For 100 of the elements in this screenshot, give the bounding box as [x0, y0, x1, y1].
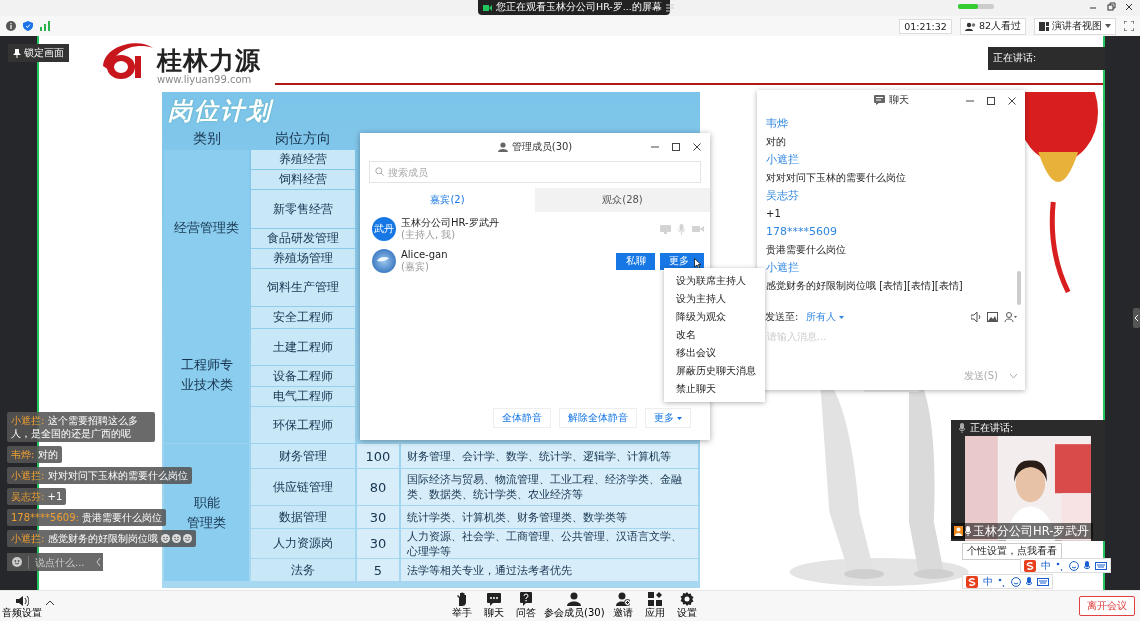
table-cell: 人力资源、社会学、工商管理、公共管理、汉语言文学、心理学等	[401, 529, 698, 558]
emoji-icon[interactable]	[12, 557, 22, 567]
tab[interactable]: 观众(28)	[535, 188, 710, 212]
chat-message: 178****5609: 贵港需要什么岗位	[11, 511, 163, 524]
member-name: Alice-gan	[401, 249, 449, 261]
apps-icon	[647, 592, 662, 606]
table-cell: 食品研发管理	[251, 229, 355, 248]
mute-button[interactable]: 全体静音	[493, 408, 551, 428]
slide-title: 岗位计划	[168, 97, 272, 125]
view-mode-button[interactable]: 演讲者视图	[1034, 17, 1116, 35]
category-label: 工程师专	[180, 356, 233, 374]
close-icon[interactable]	[692, 142, 702, 152]
people-icon	[964, 21, 976, 31]
brand-name: 桂林力源	[157, 47, 261, 74]
search-field[interactable]: 搜索成员	[369, 161, 701, 183]
table-cell: 安全工程师	[251, 307, 355, 328]
chat-message: 韦烨: 对的	[11, 448, 58, 461]
speaker-icon	[15, 594, 29, 607]
fullscreen-icon[interactable]	[1124, 21, 1134, 31]
collapse-icon[interactable]	[96, 558, 101, 566]
table-cell: 养殖场管理	[251, 249, 355, 268]
toolbar-button[interactable]: 举手	[448, 592, 476, 619]
table-cell: 30	[357, 506, 399, 528]
signal-icon	[40, 21, 50, 31]
raise-hand-icon	[455, 592, 469, 606]
chat-message: 吴志芬: +1	[11, 490, 63, 503]
person-icon	[497, 142, 508, 152]
table-cell: 法务	[251, 559, 355, 581]
category-label: 管理类	[187, 513, 226, 532]
toolbar-button[interactable]: 邀请	[608, 592, 637, 619]
table-cell: 土建工程师	[251, 329, 355, 365]
layout-icon	[1039, 21, 1049, 31]
toolbar-button[interactable]: 聊天	[480, 592, 508, 619]
emoji-icon	[182, 534, 192, 543]
pin-icon	[13, 48, 21, 58]
table-cell: 统计学类、计算机类、财务管理类、数学类等	[401, 506, 698, 528]
search-icon	[375, 167, 384, 176]
table-cell: 80	[357, 469, 399, 505]
member-role: (主持人, 我)	[401, 229, 457, 241]
info-icon[interactable]	[6, 21, 16, 31]
toolbar-button[interactable]: 参会成员(30)	[544, 592, 605, 619]
chat-message: 小遮拦: 对对对问下玉林的需要什么岗位	[11, 469, 188, 482]
emoji-icon	[171, 534, 181, 543]
table-cell: 100	[357, 444, 399, 468]
emoji-icon	[160, 534, 170, 543]
category-label: 职能	[193, 493, 220, 512]
expand-handle-icon[interactable]	[1133, 308, 1140, 328]
toolbar-button[interactable]: 问答	[512, 592, 540, 619]
toolbar-button[interactable]: 设置	[672, 592, 701, 619]
restore-icon[interactable]	[1106, 2, 1116, 12]
maximize-icon[interactable]	[671, 142, 681, 152]
table-cell: 30	[357, 529, 399, 558]
table-cell: 新零售经营	[251, 190, 355, 228]
website-url: www.liyuan99.com	[157, 74, 253, 86]
category-label: 业技术类	[180, 376, 233, 394]
lock-screen-button[interactable]: 锁定画面	[8, 44, 69, 62]
table-cell: 国际经济与贸易、物流管理、工业工程、经济学类、金融类、数据类、统计学类、农业经济等	[401, 469, 698, 505]
table-cell: 环保工程师	[251, 407, 355, 443]
table-cell: 5	[357, 559, 399, 581]
toolbar-button[interactable]: 应用	[640, 592, 669, 619]
close-icon[interactable]	[1124, 2, 1134, 12]
shield-icon[interactable]	[23, 21, 33, 31]
table-cell: 人力资源岗	[251, 529, 355, 558]
menu-icon[interactable]	[665, 3, 674, 12]
table-cell: 财务管理	[251, 444, 355, 468]
dialog-title: 管理成员(30)	[511, 140, 573, 154]
table-cell: 设备工程师	[251, 366, 355, 386]
column-header: 类别	[191, 128, 222, 148]
table-cell: 饲料生产管理	[251, 269, 355, 306]
table-cell: 饲料经营	[251, 170, 355, 189]
more-button[interactable]: 更多	[645, 408, 691, 428]
table-cell: 法学等相关专业，通过法考者优先	[401, 559, 698, 581]
audio-settings-button[interactable]: 音频设置	[2, 594, 42, 619]
caret-icon	[677, 416, 682, 420]
column-header: 岗位方向	[274, 128, 332, 148]
caret-icon[interactable]	[46, 600, 54, 605]
table-cell: 财务管理、会计学、数学、统计学、逻辑学、计算机等	[401, 444, 698, 468]
person-icon	[567, 592, 582, 606]
viewers-button[interactable]: 82人看过	[959, 17, 1026, 35]
leave-meeting-button[interactable]: 离开会议	[1079, 596, 1135, 616]
table-cell: 数据管理	[251, 506, 355, 528]
mute-button[interactable]: 解除全体静音	[559, 408, 637, 428]
category-label: 经营管理类	[174, 219, 239, 237]
meeting-timer: 01:21:32	[899, 18, 952, 34]
avatar-icon	[372, 249, 396, 273]
private-chat-button[interactable]: 私聊	[616, 252, 655, 270]
network-quality-icon	[958, 4, 994, 9]
member-role: (嘉宾)	[401, 261, 429, 273]
chat-input[interactable]: 说点什么...	[7, 553, 103, 571]
avatar: 武丹	[372, 217, 396, 241]
chat-message: 小遮拦: 感觉财务的好限制岗位哦	[11, 532, 158, 545]
table-cell: 电气工程师	[251, 387, 355, 406]
screen-share-icon	[483, 3, 492, 12]
share-notice: 您正在观看玉林分公司HR-罗...的屏幕	[496, 1, 662, 14]
member-name: 玉林分公司HR-罗武丹	[401, 217, 500, 229]
caret-icon	[1105, 24, 1111, 28]
table-cell: 供应链管理	[251, 469, 355, 505]
chat-message: 小遮拦: 这个需要招聘这么多人，是全国的还是广西的呢	[11, 415, 138, 439]
speaking-label: 正在讲话:	[993, 52, 1037, 65]
table-cell: 养殖经营	[251, 150, 355, 169]
